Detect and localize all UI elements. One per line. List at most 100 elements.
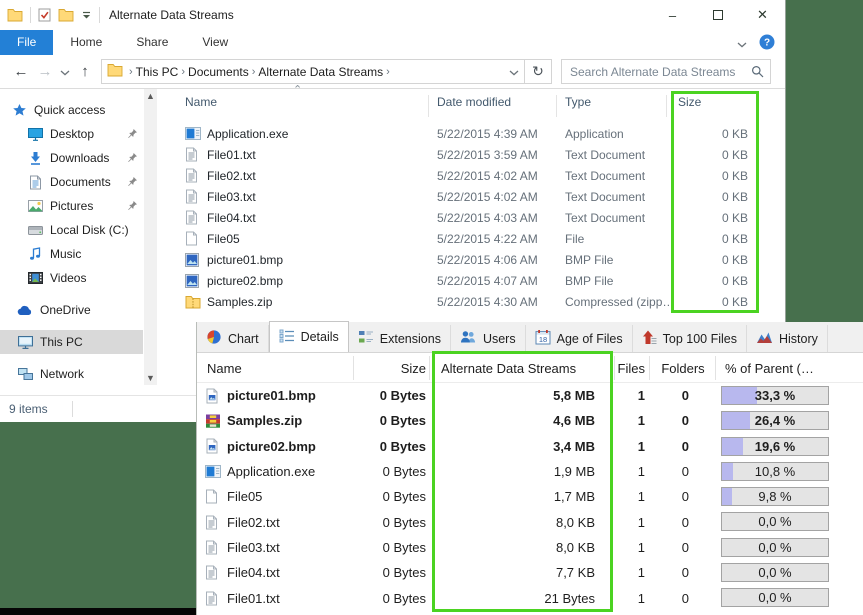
qat-customize-chevron-icon[interactable]	[81, 11, 92, 20]
treesize-tab-top-100-files[interactable]: Top 100 Files	[633, 325, 747, 352]
sidebar-item-downloads[interactable]: Downloads	[0, 146, 143, 170]
details-list-icon	[279, 329, 295, 346]
treesize-row-file03-txt[interactable]: File03.txt0 Bytes8,0 KB100,0 %	[197, 535, 863, 560]
file-size: 0 KB	[666, 291, 748, 312]
treesize-column-header-alternate-data-streams[interactable]: Alternate Data Streams	[441, 353, 576, 383]
txt-file-icon	[185, 165, 201, 186]
column-separator	[556, 95, 557, 117]
properties-check-icon[interactable]	[38, 8, 51, 22]
breadcrumb-chevron-icon: ›	[178, 66, 188, 78]
sidebar-item-network[interactable]: Network	[0, 362, 143, 386]
treesize-tab-history[interactable]: History	[747, 325, 828, 352]
sidebar-item-onedrive[interactable]: OneDrive	[0, 298, 143, 322]
navigation-pane: Quick accessDesktopDownloadsDocumentsPic…	[0, 89, 160, 395]
titlebar-divider	[30, 7, 31, 23]
back-button[interactable]: ←	[9, 63, 33, 80]
file-row-file01-txt[interactable]: File01.txt5/22/2015 3:59 AMText Document…	[160, 144, 785, 165]
ribbon-tab-file[interactable]: File	[0, 30, 53, 55]
treesize-row-file05[interactable]: File050 Bytes1,7 MB109,8 %	[197, 484, 863, 509]
breadcrumb[interactable]: ›This PC›Documents›Alternate Data Stream…	[101, 59, 525, 84]
taskbar-edge-strip	[0, 608, 196, 615]
recent-locations-chevron-icon[interactable]	[57, 63, 73, 80]
percent-of-parent-cell: 33,3 %	[721, 386, 829, 405]
minimize-button[interactable]: –	[650, 0, 695, 30]
treesize-row-file01-txt[interactable]: File01.txt0 Bytes21 Bytes100,0 %	[197, 585, 863, 610]
ribbon-tab-share[interactable]: Share	[119, 30, 185, 55]
treesize-row-picture02-bmp[interactable]: picture02.bmp0 Bytes3,4 MB1019,6 %	[197, 434, 863, 459]
exe-file-icon	[205, 459, 222, 484]
file-row-file03-txt[interactable]: File03.txt5/22/2015 4:02 AMText Document…	[160, 186, 785, 207]
column-header-type[interactable]: Type	[565, 95, 591, 109]
file-row-application-exe[interactable]: Application.exe5/22/2015 4:39 AMApplicat…	[160, 123, 785, 144]
treesize-column-header-folders[interactable]: Folders	[653, 353, 713, 383]
txt-file-icon	[185, 207, 201, 228]
column-header-date-modified[interactable]: Date modified	[437, 95, 511, 109]
file-row-file05[interactable]: File055/22/2015 4:22 AMFile0 KB	[160, 228, 785, 249]
treesize-tab-extensions[interactable]: Extensions	[349, 325, 451, 352]
file-name: File01.txt	[207, 144, 256, 165]
file-row-file02-txt[interactable]: File02.txt5/22/2015 4:02 AMText Document…	[160, 165, 785, 186]
sidebar-item-desktop[interactable]: Desktop	[0, 122, 143, 146]
txt-file-icon	[185, 186, 201, 207]
music-note-icon	[27, 247, 43, 261]
treesize-tab-chart[interactable]: Chart	[197, 325, 269, 352]
expand-ribbon-chevron-icon[interactable]	[737, 37, 747, 51]
refresh-button[interactable]: ↻	[525, 59, 552, 84]
file-row-picture01-bmp[interactable]: picture01.bmp5/22/2015 4:06 AMBMP File0 …	[160, 249, 785, 270]
help-icon[interactable]: ?	[759, 34, 775, 53]
forward-button[interactable]: →	[33, 63, 57, 80]
sidebar-item-pictures[interactable]: Pictures	[0, 194, 143, 218]
address-dropdown-chevron-icon[interactable]	[509, 65, 519, 79]
column-header-size[interactable]: Size	[678, 95, 701, 109]
treesize-row-picture01-bmp[interactable]: picture01.bmp0 Bytes5,8 MB1033,3 %	[197, 383, 863, 408]
up-button[interactable]: ↑	[73, 63, 97, 80]
treesize-file-name: File04.txt	[227, 560, 280, 585]
scroll-up-icon[interactable]: ▲	[144, 89, 157, 103]
sidebar-item-label: Videos	[50, 271, 86, 285]
file-name: File03.txt	[207, 186, 256, 207]
svg-text:?: ?	[764, 38, 770, 49]
explorer-titlebar: Alternate Data Streams – ✕	[0, 0, 785, 30]
treesize-file-name: File03.txt	[227, 535, 280, 560]
file-row-samples-zip[interactable]: Samples.zip5/22/2015 4:30 AMCompressed (…	[160, 291, 785, 312]
new-folder-icon[interactable]	[58, 8, 74, 22]
pin-icon	[127, 152, 138, 166]
treesize-tab-users[interactable]: Users	[451, 325, 526, 352]
sidebar-item-music[interactable]: Music	[0, 242, 143, 266]
sidebar-scrollbar[interactable]: ▲ ▼	[144, 89, 157, 385]
treesize-column-header-of-parent[interactable]: % of Parent (…	[725, 353, 814, 383]
sidebar-item-videos[interactable]: Videos	[0, 266, 143, 290]
sidebar-item-quick-access[interactable]: Quick access	[0, 98, 143, 122]
breadcrumb-segment-this-pc[interactable]: This PC	[136, 65, 179, 79]
sidebar-item-local-disk-c[interactable]: Local Disk (C:)	[0, 218, 143, 242]
ribbon-tab-home[interactable]: Home	[53, 30, 119, 55]
scroll-down-icon[interactable]: ▼	[144, 371, 157, 385]
ribbon-tab-view[interactable]: View	[185, 30, 245, 55]
rar-archive-icon	[205, 408, 222, 433]
treesize-tab-age-of-files[interactable]: 18Age of Files	[526, 325, 633, 352]
percent-label: 0,0 %	[722, 513, 828, 530]
desktop-monitor-icon	[27, 128, 43, 141]
treesize-row-file04-txt[interactable]: File04.txt0 Bytes7,7 KB100,0 %	[197, 560, 863, 585]
treesize-row-file02-txt[interactable]: File02.txt0 Bytes8,0 KB100,0 %	[197, 509, 863, 534]
sidebar-item-this-pc[interactable]: This PC	[0, 330, 143, 354]
treesize-column-header-name[interactable]: Name	[207, 353, 242, 383]
treesize-files-count: 1	[601, 434, 645, 459]
file-row-file04-txt[interactable]: File04.txt5/22/2015 4:03 AMText Document…	[160, 207, 785, 228]
close-button[interactable]: ✕	[740, 0, 785, 30]
sidebar-item-documents[interactable]: Documents	[0, 170, 143, 194]
file-row-picture02-bmp[interactable]: picture02.bmp5/22/2015 4:07 AMBMP File0 …	[160, 270, 785, 291]
column-header-name[interactable]: Name	[185, 95, 217, 109]
maximize-button[interactable]	[695, 0, 740, 30]
treesize-row-application-exe[interactable]: Application.exe0 Bytes1,9 MB1010,8 %	[197, 459, 863, 484]
bmp-file-icon	[185, 249, 201, 270]
column-separator	[758, 95, 759, 117]
treesize-column-header-files[interactable]: Files	[601, 353, 645, 383]
treesize-row-samples-zip[interactable]: Samples.zip0 Bytes4,6 MB1026,4 %	[197, 408, 863, 433]
breadcrumb-segment-alternate-data-streams[interactable]: Alternate Data Streams	[258, 65, 383, 79]
treesize-tab-details[interactable]: Details	[269, 321, 349, 352]
breadcrumb-segment-documents[interactable]: Documents	[188, 65, 249, 79]
search-input[interactable]	[562, 60, 770, 83]
treesize-column-header-size[interactable]: Size	[337, 353, 426, 383]
pin-icon	[127, 176, 138, 190]
